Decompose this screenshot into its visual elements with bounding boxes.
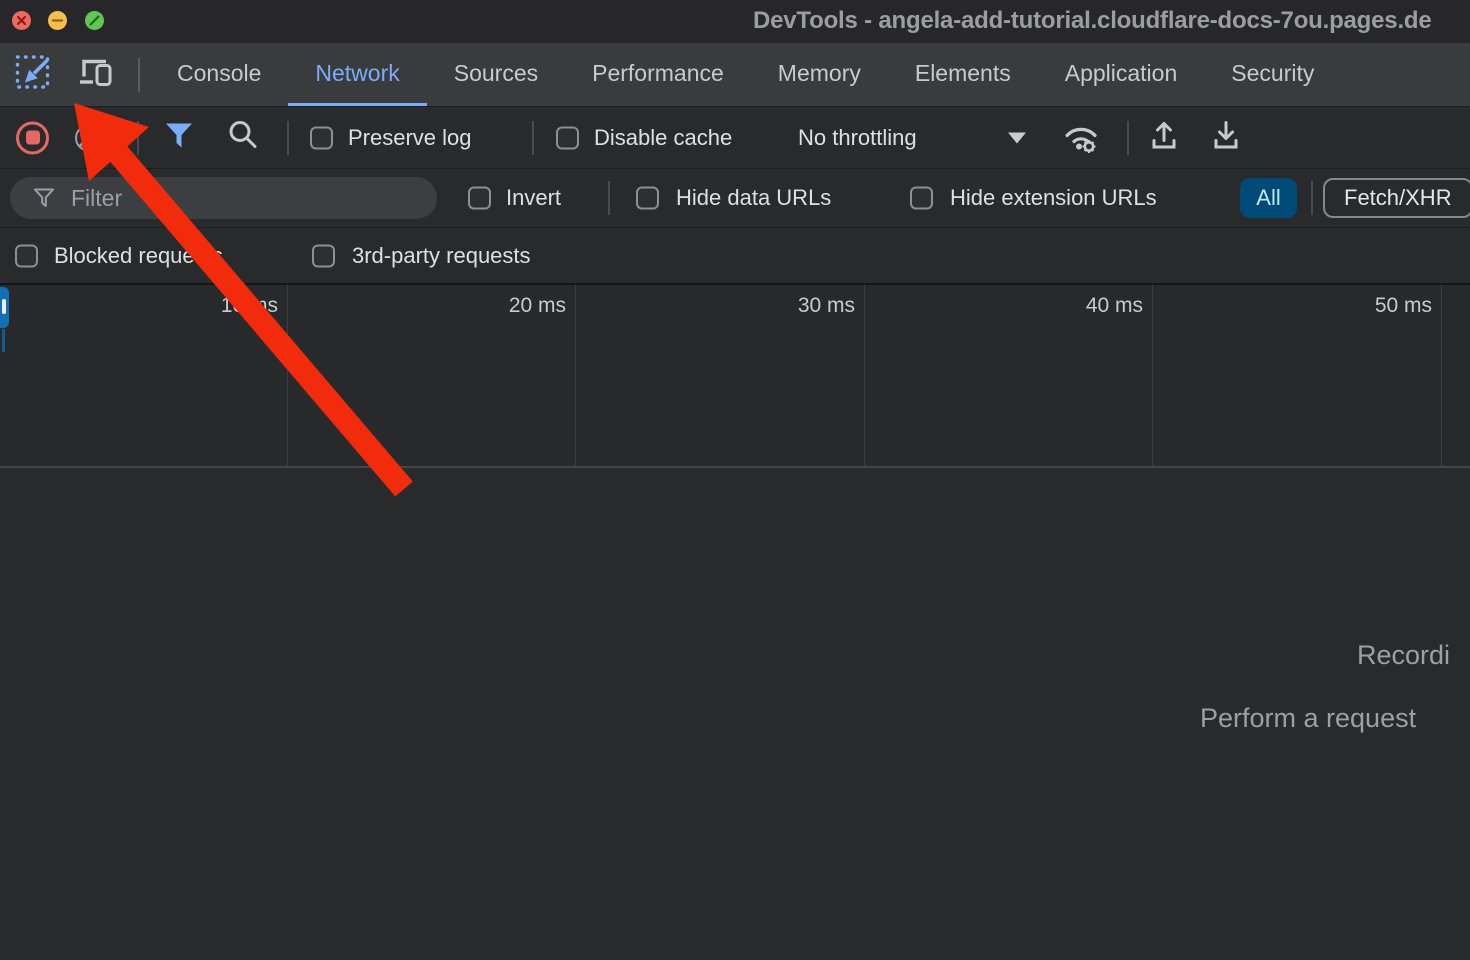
search-icon xyxy=(226,118,260,152)
filter-separator xyxy=(608,181,610,215)
overview-left-handle-tail xyxy=(2,329,5,352)
search-network-button[interactable] xyxy=(226,118,260,157)
timeline-grid-line xyxy=(287,285,288,466)
invert-checkbox[interactable] xyxy=(468,187,491,210)
zoom-icon xyxy=(85,11,104,30)
record-stop-icon xyxy=(16,121,49,154)
empty-state-hint-text: Perform a request xyxy=(1200,703,1416,734)
devtools-tabbar: ConsoleNetworkSourcesPerformanceMemoryEl… xyxy=(0,43,1470,107)
tab-console[interactable]: Console xyxy=(150,43,288,106)
close-icon xyxy=(12,11,31,30)
record-network-log-button[interactable] xyxy=(16,121,49,154)
device-toolbar-icon xyxy=(76,54,114,90)
zoom-window-button[interactable] xyxy=(85,11,104,30)
request-filters-row: Blocked requests 3rd-party requests xyxy=(0,228,1470,285)
tab-memory[interactable]: Memory xyxy=(751,43,888,106)
minimize-window-button[interactable] xyxy=(48,11,67,30)
devtools-window: { "titlebar": { "title": "DevTools - ang… xyxy=(0,0,1470,960)
window-title: DevTools - angela-add-tutorial.cloudflar… xyxy=(753,7,1432,35)
throttling-select[interactable]: No throttling xyxy=(798,125,917,151)
window-titlebar: DevTools - angela-add-tutorial.cloudflar… xyxy=(0,0,1470,43)
filter-input-container xyxy=(10,177,437,219)
timeline-tick-label: 20 ms xyxy=(436,294,566,318)
toolbar-separator xyxy=(532,121,534,155)
timeline-tick-label: 30 ms xyxy=(725,294,855,318)
tab-network[interactable]: Network xyxy=(288,43,426,106)
third-party-requests-checkbox[interactable] xyxy=(312,244,335,267)
timeline-tick-label: 10 ms xyxy=(148,294,278,318)
request-type-chips: All xyxy=(1240,178,1297,218)
empty-state-recording-text: Recordi xyxy=(1357,640,1450,671)
show-filter-bar-button[interactable] xyxy=(164,121,194,154)
close-window-button[interactable] xyxy=(12,11,31,30)
hide-data-urls-label[interactable]: Hide data URLs xyxy=(676,185,831,211)
minimize-icon xyxy=(48,11,67,30)
import-har-button[interactable] xyxy=(1148,118,1180,157)
preserve-log-label[interactable]: Preserve log xyxy=(348,125,472,151)
timeline-tick-label: 50 ms xyxy=(1302,294,1432,318)
tab-performance[interactable]: Performance xyxy=(565,43,751,106)
invert-label[interactable]: Invert xyxy=(506,185,561,211)
timeline-grid-line xyxy=(1441,285,1442,466)
timeline-grid-line xyxy=(1152,285,1153,466)
blocked-requests-label[interactable]: Blocked requests xyxy=(54,243,223,269)
wifi-gear-icon xyxy=(1058,116,1104,154)
tab-elements[interactable]: Elements xyxy=(888,43,1038,106)
toggle-device-toolbar-button[interactable] xyxy=(76,54,114,95)
timeline-overview[interactable]: 10 ms 20 ms 30 ms 40 ms 50 ms xyxy=(0,285,1470,468)
toolbar-separator xyxy=(1127,121,1129,155)
preserve-log-checkbox[interactable] xyxy=(310,126,333,149)
blocked-requests-checkbox[interactable] xyxy=(15,244,38,267)
network-filter-bar: Invert Hide data URLs Hide extension URL… xyxy=(0,169,1470,228)
request-table-empty-area: Recordi Perform a request xyxy=(0,468,1470,960)
toolbar-separator xyxy=(137,121,139,155)
timeline-grid-line xyxy=(864,285,865,466)
chip-all[interactable]: All xyxy=(1240,178,1297,218)
tab-application[interactable]: Application xyxy=(1038,43,1205,106)
tabbar-separator xyxy=(138,58,140,92)
timeline-grid-line xyxy=(575,285,576,466)
hide-extension-urls-label[interactable]: Hide extension URLs xyxy=(950,185,1157,211)
tab-sources[interactable]: Sources xyxy=(427,43,565,106)
download-icon xyxy=(1210,118,1242,152)
upload-icon xyxy=(1148,118,1180,152)
filter-separator xyxy=(1311,181,1313,215)
inspect-element-button[interactable] xyxy=(14,53,54,96)
filter-input[interactable] xyxy=(69,184,421,213)
inspect-cursor-icon xyxy=(14,53,54,91)
devtools-tabs: ConsoleNetworkSourcesPerformanceMemoryEl… xyxy=(150,43,1341,106)
overview-left-handle[interactable] xyxy=(0,287,9,328)
clear-network-log-button[interactable] xyxy=(75,124,102,151)
disable-cache-checkbox[interactable] xyxy=(556,126,579,149)
chip-fetch-xhr[interactable]: Fetch/XHR xyxy=(1323,178,1470,218)
network-conditions-button[interactable] xyxy=(1058,116,1104,159)
network-toolbar: Preserve log Disable cache No throttling xyxy=(0,107,1470,169)
third-party-requests-label[interactable]: 3rd-party requests xyxy=(352,243,531,269)
toolbar-separator xyxy=(287,121,289,155)
hide-data-urls-checkbox[interactable] xyxy=(636,187,659,210)
disable-cache-label[interactable]: Disable cache xyxy=(594,125,732,151)
filter-funnel-icon xyxy=(164,121,194,149)
request-type-chips-2: Fetch/XHR xyxy=(1323,178,1470,218)
timeline-tick-label: 40 ms xyxy=(1013,294,1143,318)
hide-extension-urls-checkbox[interactable] xyxy=(910,187,933,210)
filter-funnel-outline-icon xyxy=(33,187,55,209)
export-har-button[interactable] xyxy=(1210,118,1242,157)
throttling-caret-icon[interactable] xyxy=(1008,132,1026,143)
tab-security[interactable]: Security xyxy=(1204,43,1341,106)
